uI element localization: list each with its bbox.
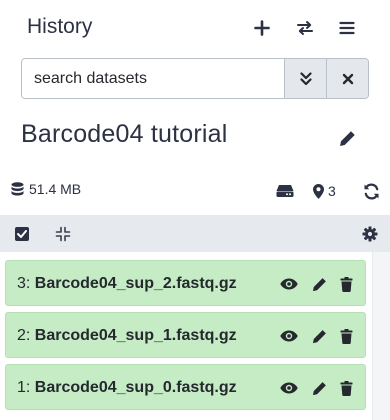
dataset-hid: 1: (17, 379, 31, 396)
panel-title: History (27, 15, 93, 38)
view-dataset-button[interactable] (279, 378, 299, 398)
switch-history-button[interactable] (290, 14, 320, 42)
delete-dataset-button[interactable] (336, 274, 356, 294)
list-settings-button[interactable] (359, 223, 381, 245)
dataset-name: Barcode04_sup_0.fastq.gz (34, 379, 237, 396)
show-tags-button[interactable]: 3 (313, 179, 336, 203)
collapse-items-button[interactable] (52, 223, 74, 245)
pencil-icon (312, 329, 326, 343)
dataset-hid: 3: (17, 275, 31, 292)
edit-dataset-button[interactable] (309, 326, 329, 346)
dataset-list: 3: Barcode04_sup_2.fastq.gz 2: Barcode04… (0, 252, 390, 420)
list-toolbar (0, 215, 390, 252)
clear-search-button[interactable] (326, 59, 368, 98)
double-chevron-down-icon (299, 71, 312, 85)
trash-icon (340, 380, 352, 396)
search-datasets-field (21, 58, 369, 99)
dataset-name: Barcode04_sup_2.fastq.gz (34, 275, 237, 292)
dataset-title[interactable]: 1: Barcode04_sup_0.fastq.gz (17, 379, 237, 397)
dataset-title[interactable]: 3: Barcode04_sup_2.fastq.gz (17, 275, 237, 293)
eye-icon (280, 330, 298, 342)
database-icon (11, 181, 24, 195)
edit-dataset-button[interactable] (309, 378, 329, 398)
history-stats: 51.4 MB 3 (0, 176, 390, 206)
pencil-icon (312, 381, 326, 395)
view-dataset-button[interactable] (279, 326, 299, 346)
hard-drive-icon (276, 185, 294, 197)
edit-history-name-button[interactable] (333, 124, 361, 152)
pencil-icon (339, 130, 355, 146)
select-items-button[interactable] (11, 223, 33, 245)
menu-icon (339, 21, 355, 35)
dataset-name: Barcode04_sup_1.fastq.gz (34, 327, 237, 344)
plus-icon (254, 20, 270, 36)
exchange-icon (297, 21, 313, 35)
storage-button[interactable] (274, 179, 296, 203)
eye-icon (280, 382, 298, 394)
checkbox-icon (15, 227, 29, 241)
history-options-button[interactable] (332, 14, 362, 42)
pencil-icon (312, 277, 326, 291)
map-marker-icon (313, 183, 324, 199)
tag-count: 3 (328, 183, 336, 199)
history-size-button[interactable]: 51.4 MB (11, 181, 81, 197)
history-size: 51.4 MB (29, 181, 82, 197)
eye-icon (280, 278, 298, 290)
delete-dataset-button[interactable] (336, 326, 356, 346)
delete-dataset-button[interactable] (336, 378, 356, 398)
close-icon (342, 73, 353, 84)
search-input[interactable] (22, 59, 284, 98)
view-dataset-button[interactable] (279, 274, 299, 294)
dataset-hid: 2: (17, 327, 31, 344)
dataset-title[interactable]: 2: Barcode04_sup_1.fastq.gz (17, 327, 237, 345)
edit-dataset-button[interactable] (309, 274, 329, 294)
sync-icon (364, 183, 378, 199)
gear-icon (362, 226, 378, 242)
advanced-search-toggle[interactable] (284, 59, 326, 98)
dataset-item[interactable]: 2: Barcode04_sup_1.fastq.gz (5, 312, 366, 358)
dataset-item[interactable]: 3: Barcode04_sup_2.fastq.gz (5, 260, 366, 306)
trash-icon (340, 276, 352, 292)
history-name: Barcode04 tutorial (21, 120, 228, 148)
compress-icon (55, 226, 71, 242)
create-history-button[interactable] (247, 14, 277, 42)
trash-icon (340, 328, 352, 344)
refresh-button[interactable] (360, 179, 382, 203)
dataset-item[interactable]: 1: Barcode04_sup_0.fastq.gz (5, 364, 366, 410)
history-panel-header: History (0, 0, 390, 56)
